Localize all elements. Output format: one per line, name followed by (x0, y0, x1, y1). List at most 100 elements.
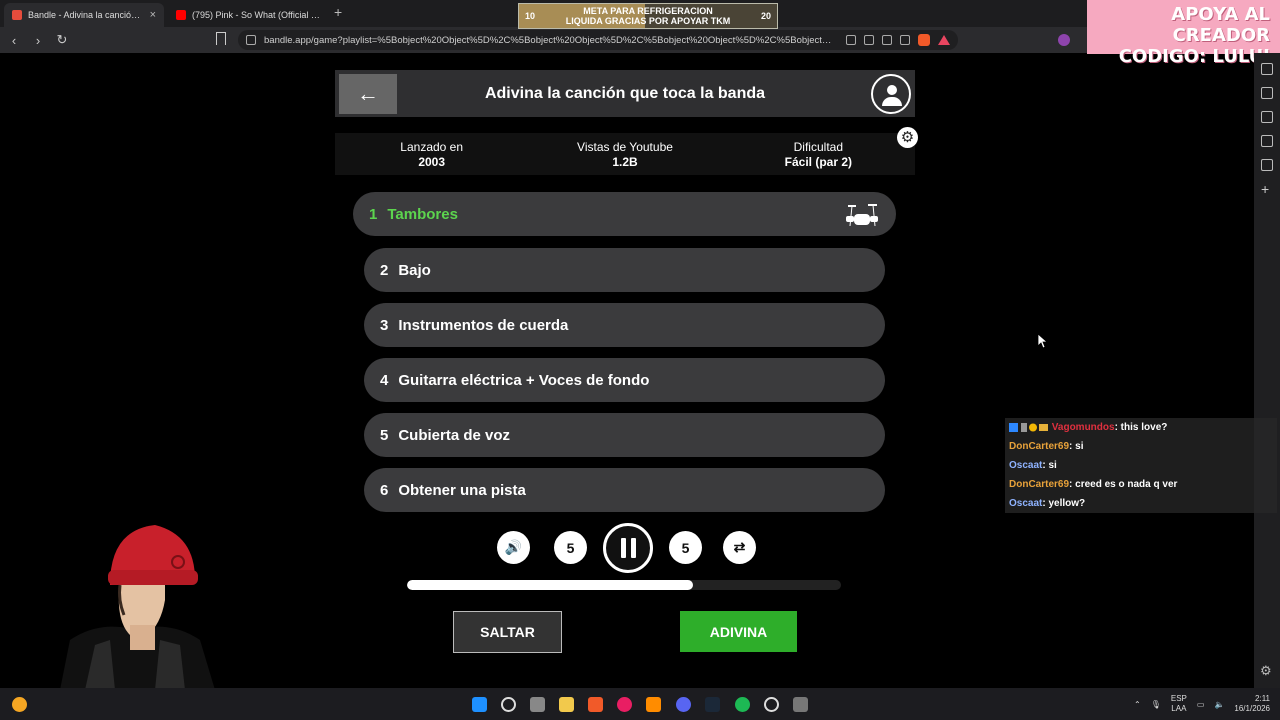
microphone-icon[interactable]: 🎙 (1151, 700, 1161, 709)
steam-icon[interactable] (705, 697, 720, 712)
track-number: 4 (380, 371, 389, 389)
brave-browser-icon[interactable] (588, 697, 603, 712)
wallet-icon[interactable] (1261, 111, 1273, 123)
stat-value: Fácil (par 2) (784, 155, 852, 169)
network-icon[interactable]: ▭ (1197, 700, 1205, 709)
drum-kit-icon (846, 204, 878, 227)
translate-icon[interactable] (846, 35, 856, 45)
goal-banner: 10 META PARA REFRIGERACION LIQUIDA GRACI… (518, 3, 778, 29)
media-player-icon[interactable] (617, 697, 632, 712)
browser-sidebar: + ⚙ (1254, 53, 1280, 688)
chat-badges-icon (1009, 422, 1049, 432)
goal-text: META PARA REFRIGERACION LIQUIDA GRACIAS … (541, 6, 755, 26)
weather-icon[interactable] (12, 697, 27, 712)
skip-button[interactable]: SALTAR (453, 611, 562, 653)
zoom-icon[interactable] (864, 35, 874, 45)
stat-value: 2003 (418, 155, 446, 169)
pause-button[interactable] (603, 523, 653, 573)
forward-button[interactable]: 5 (669, 531, 702, 564)
goal-line-2: LIQUIDA GRACIAS POR APOYAR TKM (565, 16, 731, 26)
stat-label: Lanzado en (400, 140, 464, 154)
bookmarks-icon[interactable] (1261, 135, 1273, 147)
user-icon-head (887, 85, 897, 95)
forward-nav-button[interactable]: › (28, 33, 48, 48)
track-label: Guitarra eléctrica + Voces de fondo (398, 371, 650, 389)
track-vocals[interactable]: 5 Cubierta de voz (364, 413, 885, 457)
close-icon[interactable]: × (150, 9, 156, 21)
goal-start: 10 (524, 11, 535, 21)
track-hint[interactable]: 6 Obtener una pista (364, 468, 885, 512)
brave-rewards-icon[interactable] (938, 35, 950, 45)
start-menu-icon[interactable] (472, 697, 487, 712)
track-number: 3 (380, 316, 389, 334)
playback-progress-bar[interactable] (407, 580, 841, 590)
cast-icon[interactable] (882, 35, 892, 45)
search-icon[interactable] (501, 697, 516, 712)
track-label: Instrumentos de cuerda (398, 316, 569, 334)
back-nav-button[interactable]: ‹ (4, 33, 24, 48)
chat-message: Vagomundos: this love? (1005, 418, 1277, 437)
discord-icon[interactable] (676, 697, 691, 712)
clock-time: 2:11 (1255, 694, 1270, 703)
reading-list-icon[interactable] (1261, 87, 1273, 99)
url-text[interactable]: bandle.app/game?playlist=%5Bobject%20Obj… (264, 35, 838, 46)
site-info-icon[interactable] (246, 35, 256, 45)
add-panel-icon[interactable]: + (1261, 181, 1269, 197)
share-icon[interactable] (900, 35, 910, 45)
tab-bandle[interactable]: Bandle - Adivina la canción, u × (4, 3, 164, 27)
volume-icon[interactable]: 🔊 (497, 531, 530, 564)
page-title: Adivina la canción que toca la banda (484, 84, 766, 102)
chat-message: DonCarter69: creed es o nada q ver (1005, 475, 1277, 494)
track-electric-guitar[interactable]: 4 Guitarra eléctrica + Voces de fondo (364, 358, 885, 402)
spotify-icon[interactable] (735, 697, 750, 712)
lang-code: ESP (1170, 694, 1187, 703)
extension-icon[interactable] (1058, 34, 1070, 46)
chat-message: Oscaat: yellow? (1005, 494, 1277, 513)
address-bar[interactable]: bandle.app/game?playlist=%5Bobject%20Obj… (238, 30, 958, 50)
clock[interactable]: 2:11 16/1/2026 (1234, 694, 1270, 714)
system-tray: ⌃ 🎙 ESP LAA ▭ 🔈 2:11 16/1/2026 (1134, 688, 1280, 720)
chat-username: Oscaat (1009, 460, 1043, 471)
clock-date: 16/1/2026 (1234, 704, 1270, 713)
app-icon-2[interactable] (793, 697, 808, 712)
creator-line-1: APOYA AL CREADOR (1171, 4, 1270, 46)
track-strings[interactable]: 3 Instrumentos de cuerda (364, 303, 885, 347)
chat-text: : yellow? (1042, 498, 1086, 509)
bookmark-icon[interactable] (216, 32, 226, 45)
guess-button[interactable]: ADIVINA (680, 611, 797, 652)
youtube-favicon-icon (176, 10, 186, 20)
profile-button[interactable] (871, 74, 911, 114)
user-icon-body (882, 97, 902, 106)
goal-end: 20 (760, 11, 771, 21)
chevron-up-icon[interactable]: ⌃ (1134, 700, 1141, 709)
track-drums[interactable]: 1 Tambores (353, 192, 896, 236)
tab-title: Bandle - Adivina la canción, u (28, 10, 144, 20)
chat-username: DonCarter69 (1009, 441, 1070, 452)
language-indicator[interactable]: ESP LAA (1171, 694, 1187, 714)
file-explorer-icon[interactable] (559, 697, 574, 712)
sidebar-settings-icon[interactable]: ⚙ (1260, 663, 1272, 679)
rewind-button[interactable]: 5 (554, 531, 587, 564)
brave-shields-icon[interactable] (918, 34, 930, 46)
reload-button[interactable]: ↻ (52, 32, 72, 48)
stat-difficulty: Dificultad Fácil (par 2) (722, 133, 915, 175)
chat-username: Vagomundos (1051, 422, 1115, 433)
app-icon[interactable] (646, 697, 661, 712)
track-label: Cubierta de voz (398, 426, 511, 444)
chat-text: : this love? (1114, 422, 1168, 433)
task-view-icon[interactable] (530, 697, 545, 712)
stream-chat: Vagomundos: this love? DonCarter69 : si O… (1005, 418, 1277, 513)
speaker-icon[interactable]: 🔈 (1214, 700, 1224, 709)
creator-code-banner: APOYA AL CREADOR CODIGO: LULUI (1087, 0, 1280, 67)
track-bass[interactable]: 2 Bajo (364, 248, 885, 292)
back-button[interactable]: ← (339, 74, 397, 114)
new-tab-button[interactable]: + (334, 4, 342, 20)
obs-icon[interactable] (764, 697, 779, 712)
chat-text: : si (1042, 460, 1057, 471)
loop-off-icon[interactable]: ⇄ (723, 531, 756, 564)
chat-text: : creed es o nada q ver (1069, 479, 1178, 490)
leo-ai-icon[interactable] (1261, 63, 1273, 75)
history-icon[interactable] (1261, 159, 1273, 171)
settings-gear-icon[interactable]: ⚙ (897, 127, 918, 148)
tab-youtube[interactable]: (795) Pink - So What (Official Video) (168, 3, 328, 27)
